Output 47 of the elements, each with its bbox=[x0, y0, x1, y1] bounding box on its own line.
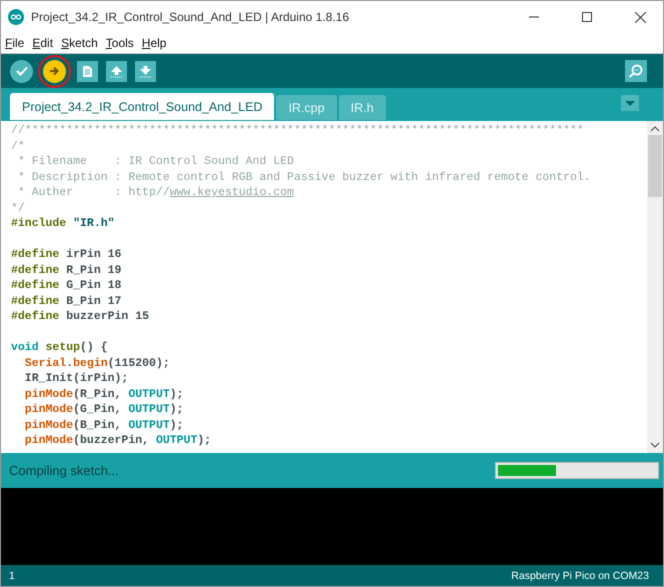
code-line: #define irPin 16 bbox=[11, 247, 122, 262]
scrollbar-thumb[interactable] bbox=[648, 135, 662, 197]
status-message: Compiling sketch... bbox=[9, 463, 120, 478]
scroll-down-icon[interactable] bbox=[650, 441, 660, 449]
code-line: void setup() { bbox=[11, 340, 109, 356]
menu-item[interactable]: Edit bbox=[32, 36, 54, 50]
checkmark-icon bbox=[16, 66, 28, 76]
code-line: * Filename : IR Control Sound And LED bbox=[16, 154, 295, 170]
tab-menu-icon[interactable] bbox=[621, 95, 639, 111]
code-line: #define B_Pin 17 bbox=[11, 294, 122, 309]
code-line: #include "IR.h" bbox=[11, 216, 116, 232]
code-line: #define R_Pin 19 bbox=[11, 262, 122, 278]
document-icon bbox=[82, 64, 93, 78]
scroll-up-icon[interactable] bbox=[650, 125, 660, 133]
open-button[interactable] bbox=[106, 60, 127, 82]
line-number: 1 bbox=[9, 570, 15, 582]
close-icon bbox=[634, 12, 646, 22]
file-tab[interactable]: Project_34.2_IR_Control_Sound_And_LED bbox=[10, 93, 274, 120]
menu-item[interactable]: File bbox=[5, 36, 24, 50]
maximize-icon bbox=[582, 12, 592, 22]
up-arrow-icon bbox=[110, 64, 123, 78]
right-arrow-icon bbox=[49, 66, 60, 76]
code-line: pinMode(B_Pin, OUTPUT); bbox=[24, 418, 185, 433]
upload-button[interactable] bbox=[43, 60, 66, 82]
code-line: pinMode(R_Pin, OUTPUT); bbox=[24, 386, 185, 402]
code-line: Serial.begin(115200); bbox=[24, 356, 171, 371]
code-line: #define G_Pin 18 bbox=[11, 278, 122, 294]
new-button[interactable] bbox=[77, 60, 98, 82]
scrollbar[interactable] bbox=[647, 121, 663, 453]
save-button[interactable] bbox=[135, 60, 156, 82]
code-line: * Description : Remote control RGB and Passive buzzer with infrared remote control. bbox=[16, 170, 592, 185]
menu-item[interactable]: Help bbox=[142, 36, 166, 50]
code-line: pinMode(G_Pin, OUTPUT); bbox=[24, 402, 185, 418]
menu-item[interactable]: Tools bbox=[106, 36, 134, 50]
code-line: * Auther : http//www.keyestudio.com bbox=[16, 185, 295, 200]
code-line: /* bbox=[11, 138, 26, 154]
code-line: #define buzzerPin 15 bbox=[11, 309, 150, 324]
down-arrow-icon bbox=[139, 64, 152, 78]
verify-button[interactable] bbox=[10, 60, 33, 82]
menu-item[interactable]: Sketch bbox=[61, 36, 98, 50]
code-line: */ bbox=[11, 200, 26, 216]
window-title: Project_34.2_IR_Control_Sound_And_LED | Arduino 1.8.16 bbox=[31, 10, 350, 24]
app-logo-icon bbox=[8, 9, 24, 25]
board-info: Raspberry Pi Pico on COM23 bbox=[511, 570, 649, 582]
code-line: //********************************************************************************* bbox=[11, 123, 585, 138]
code-line: pinMode(buzzerPin, OUTPUT); bbox=[24, 433, 212, 448]
code-line: IR_Init(irPin); bbox=[24, 371, 130, 386]
